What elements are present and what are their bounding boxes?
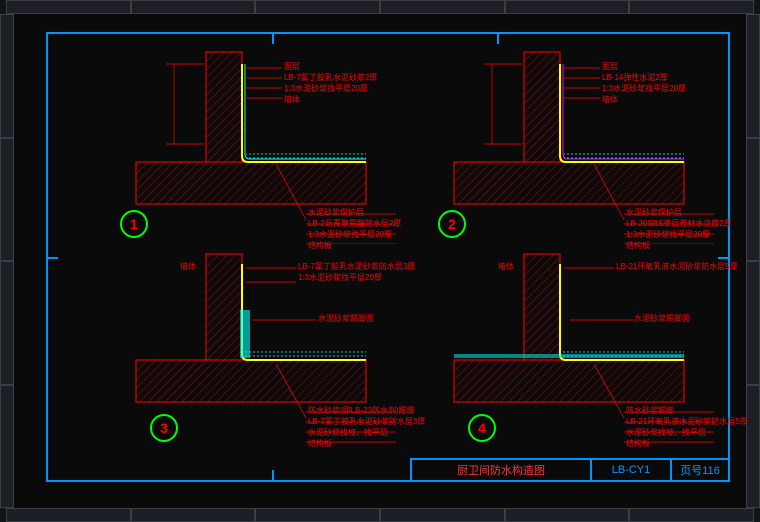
wall-label-d3: 墙体 bbox=[180, 262, 196, 272]
labels-d3-top: LB-7氯丁胶乳水泥砂浆防水层3厚 1:3水泥砂浆找平层20厚 bbox=[298, 262, 415, 284]
ruler-right bbox=[746, 14, 760, 508]
labels-d1-top: 面层 LB-7氯丁胶乳水泥砂浆2厚 1:3水泥砂浆找平层20厚 墙体 bbox=[284, 62, 377, 106]
drawing-title: 厨卫间防水构造图 bbox=[410, 458, 590, 482]
detail-number-4: 4 bbox=[468, 414, 496, 442]
labels-d1-bottom: 水泥砂浆保护层 LB-2沥青聚氨酯防水层2厚 1:3水泥砂浆找平层20厚 结构板 bbox=[308, 208, 401, 252]
ruler-top bbox=[6, 0, 754, 14]
labels-d2-top: 面层 LB-14弹性水泥2厚 1:3水泥砂浆找平层20厚 墙体 bbox=[602, 62, 686, 106]
labels-d3-bottom: 防水砂浆(即LB-23防水剂)踢脚 LB-7氯丁胶乳水泥砂浆防水层3厚 水泥砂浆… bbox=[308, 406, 425, 450]
detail-number-1: 1 bbox=[120, 210, 148, 238]
labels-d4-bottom: 防水砂浆踢脚 LB-21环氧乳液水泥砂浆防水层5厚 水泥砂浆找坡、找平层 结构板 bbox=[626, 406, 748, 450]
wall-label-d4: 墙体 bbox=[498, 262, 514, 272]
drawing-code: LB-CY1 bbox=[590, 458, 670, 482]
detail-number-2: 2 bbox=[438, 210, 466, 238]
ruler-left bbox=[0, 14, 14, 508]
labels-d4-skirt: 水泥砂浆踢脚面 bbox=[634, 314, 690, 325]
labels-d4-top: LB-21环氧乳液水泥砂浆防水层5厚 bbox=[616, 262, 738, 273]
title-block: 厨卫间防水构造图 LB-CY1 页号116 bbox=[410, 458, 730, 482]
labels-d3-skirt: 水泥砂浆踢脚面 bbox=[318, 314, 374, 325]
drawing-canvas[interactable]: 1 2 3 4 面层 LB-7氯丁胶乳水泥砂浆2厚 1:3水泥砂浆找平层20厚 … bbox=[14, 14, 746, 508]
detail-number-3: 3 bbox=[150, 414, 178, 442]
page-number: 页号116 bbox=[670, 458, 730, 482]
labels-d2-bottom: 水泥砂浆保护层 LB-20SBS单层卷材水涂膜2厚 1:3水泥砂浆找平层20厚 … bbox=[626, 208, 732, 252]
ruler-bottom bbox=[6, 508, 754, 522]
